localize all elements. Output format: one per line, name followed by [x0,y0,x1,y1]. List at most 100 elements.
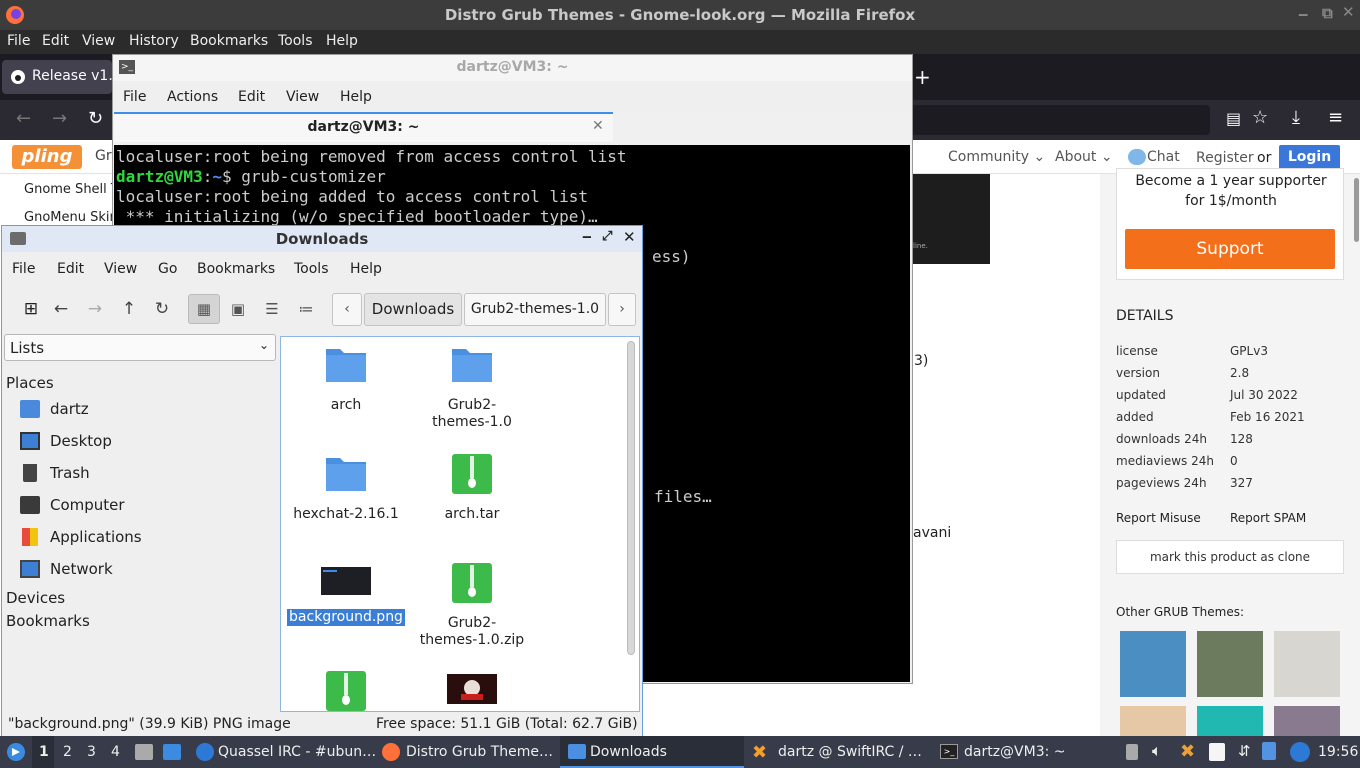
menu-history[interactable]: History [129,33,179,49]
icon-view-icon[interactable]: ▦ [188,294,220,324]
workspace-4[interactable]: 4 [104,736,126,768]
term-menu-help[interactable]: Help [340,89,372,105]
theme-thumb[interactable] [1120,631,1186,697]
nav-partial[interactable]: Gr [95,148,112,164]
file-item-folder[interactable]: Grub2- themes-1.0 [407,345,537,431]
file-item-image[interactable]: background.png [281,563,411,626]
hexchat-tray-icon[interactable]: ✖ [1180,741,1195,762]
nav-about[interactable]: About ⌄ [1055,149,1113,165]
clone-button[interactable]: mark this product as clone [1116,540,1344,574]
reader-view-icon[interactable]: ▤ [1226,109,1241,128]
term-menu-edit[interactable]: Edit [238,89,265,105]
workspace-2[interactable]: 2 [56,736,78,768]
menu-help[interactable]: Help [326,33,358,49]
detailed-view-icon[interactable]: ≔ [291,294,321,324]
forward-icon[interactable]: → [80,294,110,324]
minimize-icon[interactable]: ‒ [1298,5,1308,23]
workspace-1[interactable]: 1 [32,736,54,768]
page-scrollbar[interactable] [1354,178,1359,242]
support-button[interactable]: Support [1125,229,1335,269]
workspace-3[interactable]: 3 [80,736,102,768]
theme-thumb[interactable] [1197,706,1263,736]
fm-menu-tools[interactable]: Tools [294,261,329,277]
network-tray-icon[interactable]: ⇵ [1238,742,1251,760]
maximize-icon[interactable]: ⧉ [1322,4,1333,22]
thumbnail-view-icon[interactable]: ▣ [223,294,253,324]
term-menu-actions[interactable]: Actions [167,89,218,105]
clipboard-icon[interactable] [1126,744,1138,760]
menu-tools[interactable]: Tools [278,33,313,49]
path-button-grub2[interactable]: Grub2-themes-1.0 [464,293,606,326]
files-launcher-icon[interactable] [135,744,153,760]
file-view-scrollbar[interactable] [627,341,635,655]
updates-icon[interactable] [1262,742,1276,760]
close-icon[interactable]: ✕ [623,228,636,246]
path-button-downloads[interactable]: Downloads [364,293,462,326]
path-scroll-left[interactable]: ‹ [332,293,362,326]
volume-icon[interactable]: 🔈︎ [1152,741,1162,761]
report-spam-link[interactable]: Report SPAM [1230,511,1306,525]
product-image[interactable]: line. [905,174,990,264]
fm-menu-go[interactable]: Go [158,261,177,277]
fm-menu-edit[interactable]: Edit [57,261,84,277]
file-item-archive[interactable]: Grub2- themes-1.0.zip [407,563,537,649]
file-item-image[interactable] [407,674,537,708]
fm-menu-file[interactable]: File [12,261,35,277]
task-firefox[interactable]: Distro Grub Theme… [376,736,556,768]
terminal-tab[interactable]: dartz@VM3: ~ ✕ [114,112,613,142]
report-misuse-link[interactable]: Report Misuse [1116,511,1201,525]
downloads-icon[interactable]: ⤓ [1292,107,1300,128]
new-tab-button[interactable]: + [914,65,931,89]
theme-thumb[interactable] [1120,706,1186,736]
reload-icon[interactable]: ↻ [88,108,103,129]
menu-bookmarks[interactable]: Bookmarks [190,33,268,49]
menu-view[interactable]: View [82,33,115,49]
url-bar[interactable] [900,105,1210,135]
file-item-folder[interactable]: hexchat-2.16.1 [281,454,411,523]
tab-close-icon[interactable]: ✕ [592,118,604,134]
forward-icon[interactable]: → [52,108,67,129]
fm-menu-bookmarks[interactable]: Bookmarks [197,261,275,277]
sidebar-link-gnomenu[interactable]: GnoMenu Skin [24,210,118,225]
nav-chat[interactable]: Chat [1147,149,1180,165]
notes-icon[interactable] [1209,743,1225,761]
fm-menu-view[interactable]: View [104,261,137,277]
theme-thumb[interactable] [1197,631,1263,697]
theme-thumb[interactable] [1274,706,1340,736]
show-desktop-icon[interactable] [163,744,181,760]
term-menu-view[interactable]: View [286,89,319,105]
back-icon[interactable]: ← [16,108,31,129]
reload-icon[interactable]: ↻ [147,294,177,324]
task-downloads[interactable]: Downloads [560,736,744,768]
devices-heading[interactable]: Devices [6,589,65,607]
fm-menu-help[interactable]: Help [350,261,382,277]
menu-edit[interactable]: Edit [42,33,69,49]
start-menu-button[interactable] [4,736,28,768]
back-icon[interactable]: ← [46,294,76,324]
file-item-archive[interactable]: arch.tar [407,454,537,523]
up-icon[interactable]: ↑ [114,294,144,324]
compact-view-icon[interactable]: ☰ [257,294,287,324]
nav-register[interactable]: Register [1196,150,1254,166]
app-menu-icon[interactable]: ≡ [1328,107,1343,128]
path-scroll-right[interactable]: › [608,293,636,326]
login-button[interactable]: Login [1279,145,1340,170]
clock[interactable]: 19:56 [1318,744,1358,760]
file-item-archive[interactable] [281,671,411,711]
close-icon[interactable]: ✕ [1342,3,1355,21]
file-item-folder[interactable]: arch [281,345,411,414]
new-tab-icon[interactable]: ⊞ [16,294,46,324]
task-quassel[interactable]: Quassel IRC - #ubun… [190,736,376,768]
menu-file[interactable]: File [7,33,30,49]
task-terminal[interactable]: >_ dartz@VM3: ~ [934,736,1114,768]
bookmark-star-icon[interactable]: ☆ [1252,107,1268,128]
pling-logo[interactable]: pling [12,145,82,169]
task-hexchat[interactable]: ✖ dartz @ SwiftIRC / … [748,736,928,768]
tab-release[interactable]: Release v1. [2,60,113,94]
quassel-tray-icon[interactable] [1290,742,1310,762]
bookmarks-heading[interactable]: Bookmarks [6,612,90,630]
theme-thumb[interactable] [1274,631,1340,697]
term-menu-file[interactable]: File [123,89,146,105]
maximize-icon[interactable]: ⤢ [602,229,612,244]
side-pane-mode-select[interactable]: Lists ⌄ [4,334,276,361]
